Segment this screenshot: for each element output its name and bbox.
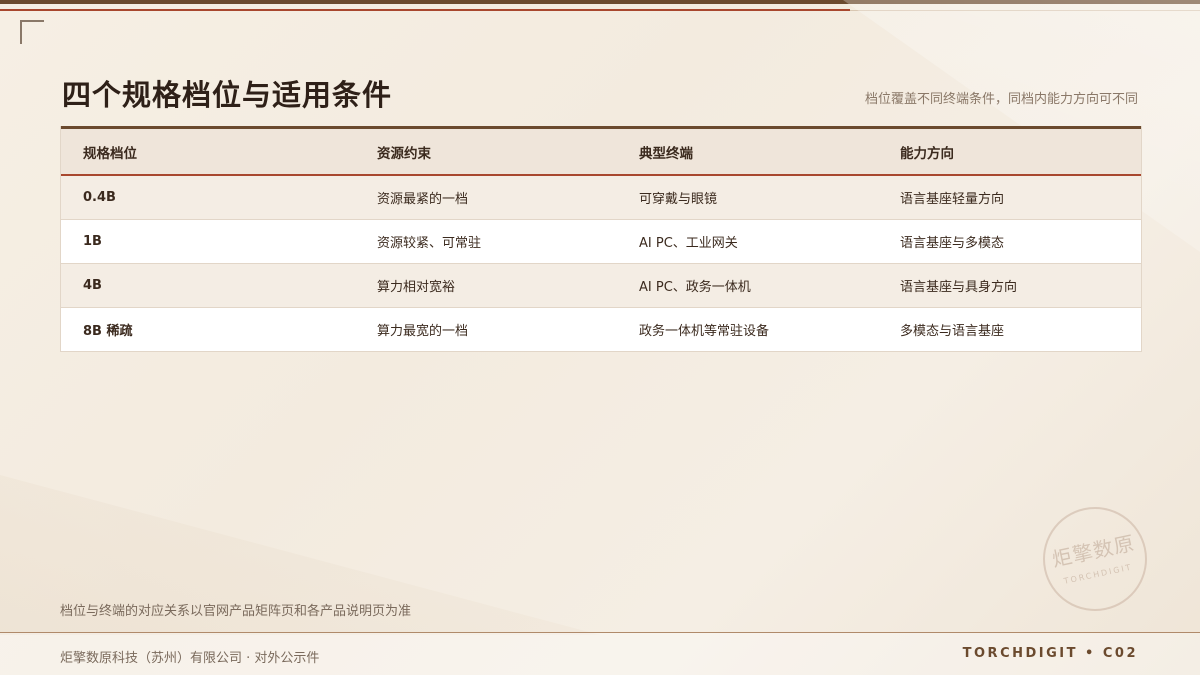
footer-company: 炬擎数原科技（苏州）有限公司 · 对外公示件 [60, 651, 320, 666]
table-row: 0.4B 资源最紧的一档 可穿戴与眼镜 语言基座轻量方向 [61, 175, 1141, 220]
cell-tier: 1B [61, 219, 355, 264]
cell-tier: 8B 稀疏 [61, 307, 355, 352]
table-header-row: 规格档位 资源约束 典型终端 能力方向 [61, 126, 1141, 176]
column-header-tier: 规格档位 [61, 126, 355, 176]
footer-divider [0, 632, 1200, 633]
cell-capability: 多模态与语言基座 [878, 307, 1141, 352]
table-row: 8B 稀疏 算力最宽的一档 政务一体机等常驻设备 多模态与语言基座 [61, 307, 1141, 352]
cell-tier: 0.4B [61, 175, 355, 220]
spec-table-container: 规格档位 资源约束 典型终端 能力方向 0.4B 资源最紧的一档 可穿戴与眼镜 … [60, 126, 1142, 352]
footer-page-code: TORCHDIGIT • C02 [962, 646, 1138, 661]
cell-capability: 语言基座轻量方向 [878, 175, 1141, 220]
column-header-capability: 能力方向 [878, 126, 1141, 176]
page-title: 四个规格档位与适用条件 [62, 78, 393, 112]
column-header-resource: 资源约束 [355, 126, 617, 176]
cell-terminal: 可穿戴与眼镜 [617, 175, 878, 220]
cell-resource: 算力最宽的一档 [355, 307, 617, 352]
cell-terminal: 政务一体机等常驻设备 [617, 307, 878, 352]
top-accent-line [0, 9, 850, 11]
cell-tier: 4B [61, 263, 355, 308]
cell-capability: 语言基座与具身方向 [878, 263, 1141, 308]
company-seal-watermark: 炬擎数原 TORCHDIGIT [1033, 497, 1157, 621]
corner-bracket-decoration [20, 20, 44, 44]
cell-resource: 算力相对宽裕 [355, 263, 617, 308]
cell-resource: 资源最紧的一档 [355, 175, 617, 220]
footnote: 档位与终端的对应关系以官网产品矩阵页和各产品说明页为准 [60, 604, 412, 619]
page-subtitle: 档位覆盖不同终端条件，同档内能力方向可不同 [864, 92, 1138, 107]
spec-table: 规格档位 资源约束 典型终端 能力方向 0.4B 资源最紧的一档 可穿戴与眼镜 … [61, 126, 1141, 352]
cell-capability: 语言基座与多模态 [878, 219, 1141, 264]
cell-terminal: AI PC、工业网关 [617, 219, 878, 264]
cell-resource: 资源较紧、可常驻 [355, 219, 617, 264]
table-row: 4B 算力相对宽裕 AI PC、政务一体机 语言基座与具身方向 [61, 263, 1141, 308]
column-header-terminal: 典型终端 [617, 126, 878, 176]
table-row: 1B 资源较紧、可常驻 AI PC、工业网关 语言基座与多模态 [61, 219, 1141, 264]
cell-terminal: AI PC、政务一体机 [617, 263, 878, 308]
